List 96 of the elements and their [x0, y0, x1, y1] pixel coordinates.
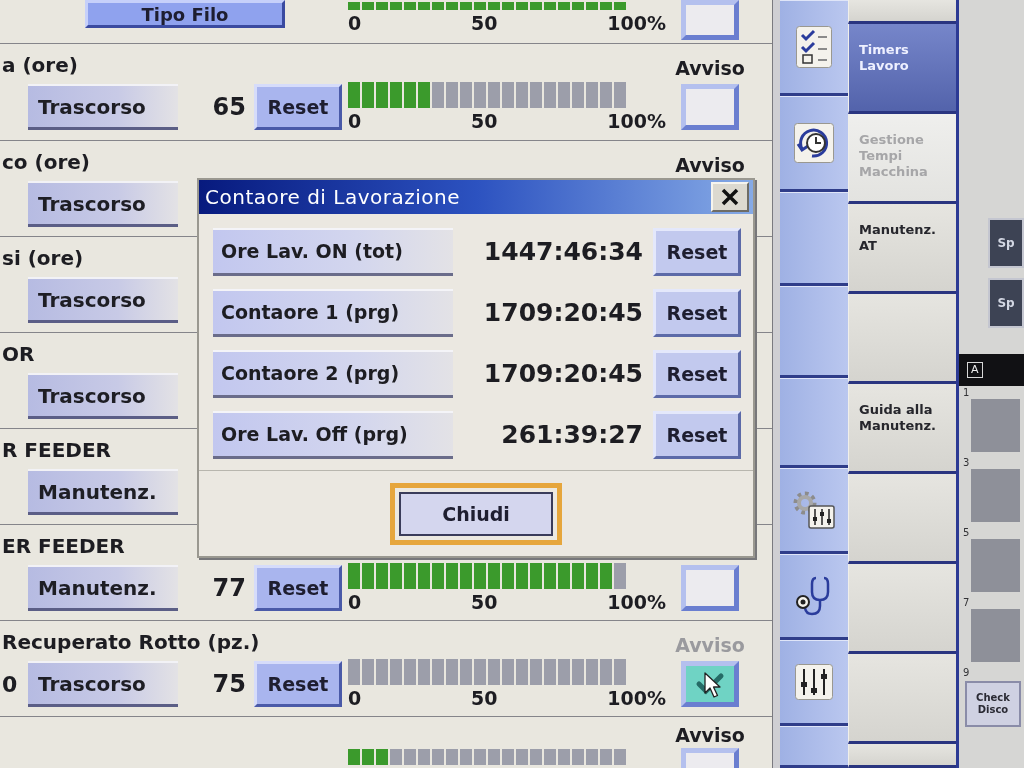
side-tab[interactable]	[848, 474, 956, 564]
scale-label: 50	[471, 110, 498, 132]
list-cell	[971, 539, 1020, 592]
nav-button[interactable]	[780, 640, 848, 726]
nav-button[interactable]	[780, 726, 848, 768]
scale-label: 100%	[607, 687, 666, 709]
side-tab[interactable]: Manutenz. AT	[848, 204, 956, 294]
alert-label: Avviso	[675, 633, 745, 657]
selector-button[interactable]: Tipo Filo	[85, 0, 285, 28]
side-button[interactable]: Sp	[988, 218, 1024, 268]
column-badge: A	[967, 362, 983, 378]
mode-button[interactable]: Trascorso	[28, 373, 178, 419]
counter-value: 75	[212, 670, 247, 698]
nav-button[interactable]	[780, 468, 848, 554]
mode-button[interactable]: Trascorso	[28, 181, 178, 227]
side-tab[interactable]	[848, 744, 956, 768]
reset-button[interactable]: Reset	[653, 288, 741, 337]
side-tab[interactable]	[848, 654, 956, 744]
reset-button[interactable]: Reset	[254, 84, 342, 130]
counter-value: 0	[1, 671, 19, 697]
checkbox[interactable]	[681, 748, 739, 768]
row-title: co (ore)	[1, 149, 90, 176]
list-cell	[971, 399, 1020, 452]
check-icon	[695, 672, 725, 696]
mode-button[interactable]: Manutenz.	[28, 565, 178, 611]
checkbox[interactable]	[681, 0, 739, 40]
scale-label: 50	[471, 12, 498, 34]
reset-button[interactable]: Reset	[653, 410, 741, 459]
time-value: 1709:20:45	[483, 298, 643, 327]
alert-label: Avviso	[675, 153, 745, 177]
side-tab[interactable]	[848, 0, 956, 24]
scale-label: 100%	[607, 591, 666, 613]
side-tab[interactable]: Timers Lavoro	[848, 24, 956, 114]
scale-label: 50	[471, 591, 498, 613]
side-button[interactable]: Sp	[988, 278, 1024, 328]
scale-label: 100%	[607, 110, 666, 132]
scale-label: 50	[471, 687, 498, 709]
row-title: a (ore)	[1, 52, 78, 79]
checkbox[interactable]	[681, 661, 739, 707]
counter-value: 77	[212, 574, 247, 602]
mode-button[interactable]: Trascorso	[28, 277, 178, 323]
nav-button[interactable]	[780, 96, 848, 192]
reset-button[interactable]: Reset	[254, 565, 342, 611]
dialog-title: Contaore di Lavorazione	[205, 185, 460, 209]
close-icon	[720, 187, 740, 207]
counter-label: Ore Lav. Off (prg)	[213, 410, 453, 459]
mode-button[interactable]: Trascorso	[28, 661, 178, 707]
list-cell	[971, 469, 1020, 522]
side-tab[interactable]: Guida alla Manutenz.	[848, 384, 956, 474]
alert-label: Avviso	[675, 723, 745, 747]
counter-label: Ore Lav. ON (tot)	[213, 227, 453, 276]
window-close-button[interactable]	[711, 182, 749, 212]
row-title: ER FEEDER	[1, 533, 125, 560]
reset-button[interactable]: Reset	[254, 661, 342, 707]
mode-button[interactable]: Manutenz.	[28, 469, 178, 515]
nav-button[interactable]	[780, 554, 848, 640]
side-button[interactable]: Check Disco	[965, 681, 1021, 727]
counter-value: 65	[212, 93, 247, 121]
nav-button[interactable]	[780, 378, 848, 468]
nav-button[interactable]	[780, 286, 848, 378]
clock-icon	[794, 123, 834, 163]
row-number: 5	[962, 526, 970, 539]
scale-label: 100%	[607, 12, 666, 34]
reset-button[interactable]: Reset	[653, 227, 741, 276]
time-value: 261:39:27	[501, 420, 643, 449]
scale-label: 0	[348, 110, 362, 132]
side-tab[interactable]	[848, 294, 956, 384]
side-tab[interactable]	[848, 564, 956, 654]
mode-button[interactable]: Trascorso	[28, 84, 178, 130]
sliders-icon	[795, 664, 833, 700]
row-title: OR	[1, 341, 35, 368]
row-number: 9	[962, 666, 970, 679]
cursor-icon	[704, 672, 722, 698]
scale-label: 0	[348, 591, 362, 613]
counter-label: Contaore 1 (prg)	[213, 288, 453, 337]
row-title: Recuperato Rotto (pz.)	[1, 629, 260, 656]
row-title: R FEEDER	[1, 437, 111, 464]
row-title: si (ore)	[1, 245, 84, 272]
row-number: 1	[962, 386, 970, 399]
nav-button[interactable]	[780, 192, 848, 286]
scale-label: 0	[348, 12, 362, 34]
counter-label: Contaore 2 (prg)	[213, 349, 453, 398]
checkbox[interactable]	[681, 84, 739, 130]
row-number: 7	[962, 596, 970, 609]
checkbox[interactable]	[681, 565, 739, 611]
scale-label: 0	[348, 687, 362, 709]
row-number: 3	[962, 456, 970, 469]
time-value: 1709:20:45	[483, 359, 643, 388]
gear-sliders-icon	[792, 490, 836, 530]
checklist-icon	[796, 26, 832, 68]
alert-label: Avviso	[675, 56, 745, 80]
time-value: 1447:46:34	[483, 237, 643, 266]
list-cell	[971, 609, 1020, 662]
nav-button[interactable]	[780, 0, 848, 96]
reset-button[interactable]: Reset	[653, 349, 741, 398]
close-button[interactable]: Chiudi	[390, 482, 562, 545]
